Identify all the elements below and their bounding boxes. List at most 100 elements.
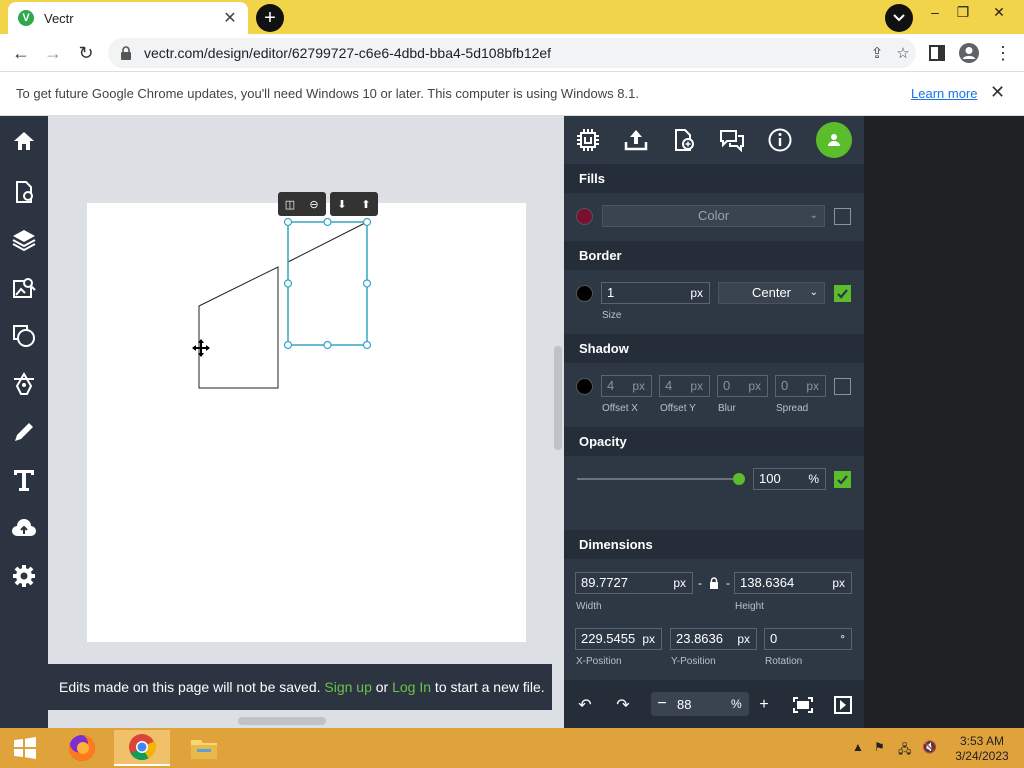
restore-icon[interactable]: ❐ bbox=[946, 0, 980, 24]
opacity-input[interactable]: 100 % bbox=[753, 468, 826, 490]
sign-up-link[interactable]: Sign up bbox=[324, 679, 371, 695]
log-in-link[interactable]: Log In bbox=[392, 679, 431, 695]
shadow-spread-input[interactable]: 0 px bbox=[775, 375, 826, 397]
menu-kebab-icon[interactable]: ⋮ bbox=[990, 40, 1016, 66]
border-enabled-checkbox[interactable] bbox=[834, 285, 851, 302]
address-bar[interactable]: vectr.com/design/editor/62799727-c6e6-4d… bbox=[108, 38, 916, 68]
resize-handle[interactable] bbox=[283, 217, 293, 227]
selection-box bbox=[287, 221, 368, 346]
send-backward-icon[interactable]: ⬇ bbox=[330, 192, 354, 216]
opacity-enabled-checkbox[interactable] bbox=[834, 471, 851, 488]
new-tab-button[interactable]: + bbox=[256, 4, 284, 32]
new-page-icon[interactable] bbox=[9, 177, 39, 207]
height-input[interactable]: 138.6364 px bbox=[734, 572, 852, 594]
learn-more-link[interactable]: Learn more bbox=[911, 86, 977, 101]
info-icon[interactable] bbox=[764, 124, 796, 156]
shadow-offset-x-input[interactable]: 4 px bbox=[601, 375, 652, 397]
side-panel-icon[interactable] bbox=[924, 40, 950, 66]
image-search-icon[interactable] bbox=[9, 273, 39, 303]
vertical-scrollbar[interactable] bbox=[554, 346, 562, 450]
rotation-label: Rotation bbox=[765, 656, 803, 667]
selection-toolbar: ◫ ⊖ ⬇ ⬆ bbox=[278, 192, 383, 216]
settings-icon[interactable] bbox=[9, 561, 39, 591]
forward-icon[interactable]: → bbox=[40, 40, 66, 66]
border-position-value: Center bbox=[751, 285, 792, 300]
undo-icon[interactable]: ↶ bbox=[574, 694, 596, 716]
shapes-icon[interactable] bbox=[9, 321, 39, 351]
flip-horizontal-icon[interactable]: ◫ bbox=[278, 192, 302, 216]
browser-tab[interactable]: V Vectr ✕ bbox=[8, 2, 248, 34]
rotation-value: 0 bbox=[770, 631, 778, 646]
offset-y-value: 4 bbox=[665, 378, 673, 393]
flip-vertical-icon[interactable]: ⊖ bbox=[302, 192, 326, 216]
share-icon[interactable]: ⇪ bbox=[864, 44, 890, 62]
aspect-lock[interactable]: - - bbox=[698, 574, 730, 592]
fill-enabled-checkbox[interactable] bbox=[834, 208, 851, 225]
horizontal-scrollbar[interactable] bbox=[238, 717, 326, 725]
shadow-color-swatch[interactable] bbox=[576, 378, 593, 395]
home-icon[interactable] bbox=[9, 126, 39, 156]
quad-shape-selected[interactable] bbox=[287, 221, 368, 346]
profile-icon[interactable] bbox=[956, 40, 982, 66]
toggle-panel-icon[interactable] bbox=[832, 694, 854, 716]
redo-icon[interactable]: ↷ bbox=[612, 694, 634, 716]
tray-expand-icon[interactable]: ▲ bbox=[852, 740, 864, 754]
resize-handle[interactable] bbox=[362, 279, 372, 288]
flag-icon[interactable]: ⚑ bbox=[874, 740, 885, 754]
windows-start-icon[interactable] bbox=[0, 730, 50, 766]
shadow-enabled-checkbox[interactable] bbox=[834, 378, 851, 395]
border-size-label: Size bbox=[602, 310, 622, 321]
fill-color-swatch[interactable] bbox=[576, 208, 593, 225]
y-position-input[interactable]: 23.8636 px bbox=[670, 628, 757, 650]
rotation-input[interactable]: 0 ° bbox=[764, 628, 852, 650]
fill-type-select[interactable]: Color ⌄ bbox=[602, 205, 825, 227]
tab-close-icon[interactable]: ✕ bbox=[222, 8, 238, 28]
zoom-in-button[interactable]: + bbox=[753, 694, 775, 716]
pen-tool-icon[interactable] bbox=[9, 369, 39, 399]
pencil-icon[interactable] bbox=[9, 417, 39, 447]
zoom-value[interactable]: 88 bbox=[673, 697, 731, 712]
fit-screen-icon[interactable] bbox=[792, 694, 814, 716]
bookmark-star-icon[interactable]: ☆ bbox=[890, 44, 916, 62]
window-close-icon[interactable]: ✕ bbox=[982, 0, 1016, 24]
quad-shape-left[interactable] bbox=[198, 266, 279, 389]
shadow-offset-y-input[interactable]: 4 px bbox=[659, 375, 710, 397]
clock-date: 3/24/2023 bbox=[955, 749, 1009, 763]
text-icon[interactable] bbox=[9, 465, 39, 495]
resize-handle[interactable] bbox=[323, 217, 332, 227]
x-position-input[interactable]: 229.5455 px bbox=[575, 628, 662, 650]
border-size-input[interactable]: 1 px bbox=[601, 282, 710, 304]
infobar-close-icon[interactable]: ✕ bbox=[990, 82, 1005, 103]
volume-muted-icon[interactable]: 🔇 bbox=[922, 740, 937, 754]
resize-handle[interactable] bbox=[283, 340, 293, 350]
back-icon[interactable]: ← bbox=[8, 40, 34, 66]
export-icon[interactable] bbox=[620, 124, 652, 156]
bring-forward-icon[interactable]: ⬆ bbox=[354, 192, 378, 216]
tab-search-icon[interactable] bbox=[885, 4, 913, 32]
border-position-select[interactable]: Center ⌄ bbox=[718, 282, 825, 304]
resize-handle[interactable] bbox=[283, 279, 293, 288]
opacity-slider-handle[interactable] bbox=[733, 473, 745, 485]
firefox-icon[interactable] bbox=[54, 730, 110, 766]
resize-handle[interactable] bbox=[362, 340, 372, 350]
upload-cloud-icon[interactable] bbox=[9, 513, 39, 543]
opacity-slider-track[interactable] bbox=[577, 478, 739, 480]
user-avatar-icon[interactable] bbox=[816, 122, 852, 158]
layers-icon[interactable] bbox=[9, 225, 39, 255]
zoom-out-button[interactable]: − bbox=[651, 695, 673, 713]
system-clock[interactable]: 3:53 AM 3/24/2023 bbox=[950, 734, 1014, 764]
move-cursor-icon bbox=[192, 339, 210, 357]
border-color-swatch[interactable] bbox=[576, 285, 593, 302]
file-explorer-icon[interactable] bbox=[176, 730, 232, 766]
shadow-blur-input[interactable]: 0 px bbox=[717, 375, 768, 397]
chrome-icon[interactable] bbox=[114, 730, 170, 766]
chat-icon[interactable] bbox=[716, 124, 748, 156]
new-document-icon[interactable] bbox=[668, 124, 700, 156]
spread-label: Spread bbox=[776, 403, 809, 414]
width-input[interactable]: 89.7727 px bbox=[575, 572, 693, 594]
resize-handle[interactable] bbox=[323, 340, 332, 350]
network-icon[interactable]: 🖧 bbox=[898, 740, 911, 761]
reload-icon[interactable]: ↻ bbox=[73, 40, 99, 66]
resize-handle[interactable] bbox=[362, 217, 372, 227]
chip-icon[interactable] bbox=[572, 124, 604, 156]
